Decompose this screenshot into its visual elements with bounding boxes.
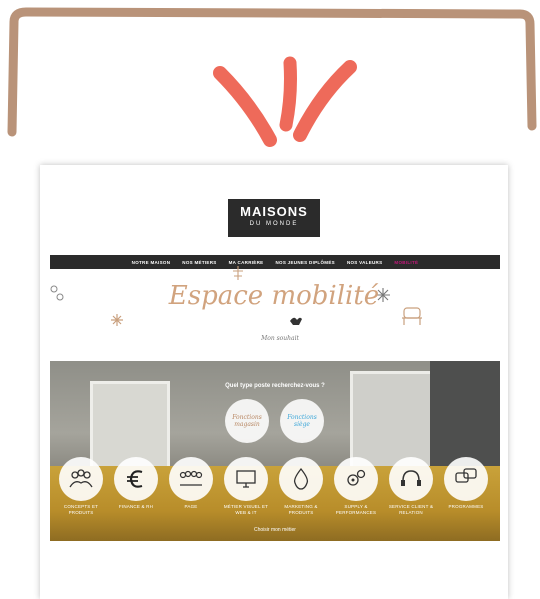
category-label: MÉTIER VISUEL ET WEB & IT: [223, 504, 269, 515]
option-hq-button[interactable]: Fonctions siège: [280, 399, 324, 443]
team-icon: [59, 457, 103, 501]
category-label: SERVICE CLIENT & RELATION: [388, 504, 434, 515]
screen-icon: [224, 457, 268, 501]
euro-icon: [114, 457, 158, 501]
hero-subtitle: Mon souhait: [261, 335, 299, 342]
category-item-supply[interactable]: SUPPLY & PERFORMANCES: [331, 457, 381, 515]
category-icons: CONCEPTS ET PRODUITS FINANCE & RH PAGE M…: [56, 457, 496, 537]
brand-logo[interactable]: MAISONS DU MONDE: [228, 199, 320, 237]
choose-job-link[interactable]: Choisir mon métier: [230, 527, 320, 533]
website-screenshot-card: MAISONS DU MONDE NOTRE MAISON NOS MÉTIER…: [40, 165, 508, 599]
hero-title: Espace mobilité: [168, 281, 380, 311]
chat-icon: [444, 457, 488, 501]
leaf-doodle-icon: [233, 266, 243, 280]
job-type-question: Quel type poste recherchez-vous ?: [225, 383, 325, 389]
star-doodle-icon: [111, 314, 123, 326]
category-item-marketing[interactable]: MARKETING & PRODUITS: [276, 457, 326, 515]
category-item-page[interactable]: PAGE: [166, 457, 216, 510]
nav-item-mobilite[interactable]: MOBILITÉ: [394, 260, 418, 265]
nav-item-nos-valeurs[interactable]: NOS VALEURS: [347, 260, 382, 265]
option-store-button[interactable]: Fonctions magasin: [225, 399, 269, 443]
gears-icon: [334, 457, 378, 501]
nav-item-ma-carriere[interactable]: MA CARRIÈRE: [229, 260, 264, 265]
category-item-web-it[interactable]: MÉTIER VISUEL ET WEB & IT: [221, 457, 271, 515]
group-icon: [169, 457, 213, 501]
category-label: FINANCE & RH: [118, 504, 154, 509]
category-label: SUPPLY & PERFORMANCES: [335, 504, 377, 515]
category-item-finance[interactable]: FINANCE & RH: [111, 457, 161, 510]
category-label: MARKETING & PRODUITS: [284, 504, 318, 515]
drop-icon: [279, 457, 323, 501]
category-label: PAGE: [184, 504, 198, 509]
nav-item-notre-maison[interactable]: NOTRE MAISON: [132, 260, 171, 265]
main-nav: NOTRE MAISON NOS MÉTIERS MA CARRIÈRE NOS…: [50, 255, 500, 269]
category-label: CONCEPTS ET PRODUITS: [63, 504, 99, 515]
bird-doodle-icon: [290, 317, 302, 325]
nav-item-nos-metiers[interactable]: NOS MÉTIERS: [182, 260, 216, 265]
nav-item-jeunes-diplomes[interactable]: NOS JEUNES DIPLÔMÉS: [275, 260, 334, 265]
hero-photo: Quel type poste recherchez-vous ? Foncti…: [50, 361, 500, 541]
logo-sub-text: DU MONDE: [249, 221, 299, 227]
logo-main-text: MAISONS: [240, 204, 308, 219]
category-item-service-client[interactable]: SERVICE CLIENT & RELATION: [386, 457, 436, 515]
burst-icon: [213, 56, 357, 147]
category-label: PROGRAMMES: [448, 504, 484, 509]
category-item-concepts[interactable]: CONCEPTS ET PRODUITS: [56, 457, 106, 515]
category-item-programmes[interactable]: PROGRAMMES: [441, 457, 491, 510]
headset-icon: [389, 457, 433, 501]
